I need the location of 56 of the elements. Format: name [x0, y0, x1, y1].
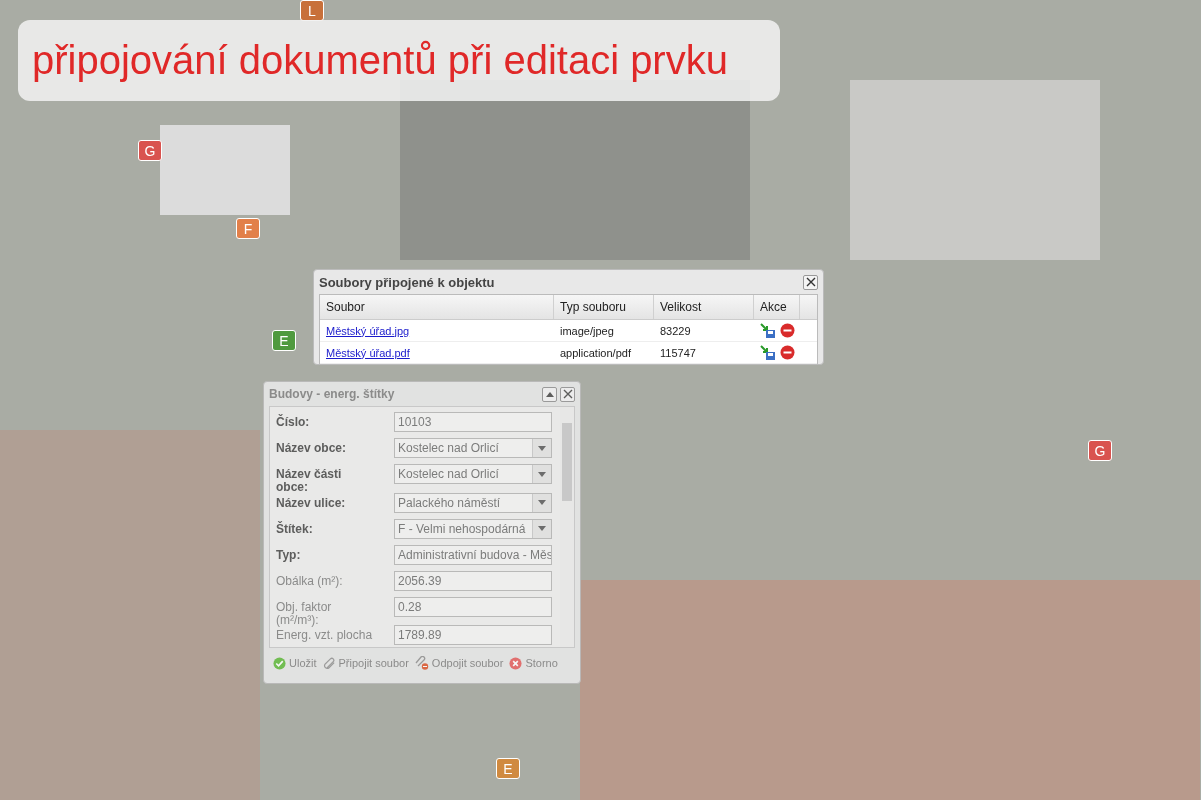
caret-up-icon: [545, 391, 554, 397]
input-field[interactable]: 2056.39: [394, 570, 552, 591]
download-disk-icon[interactable]: [760, 322, 776, 339]
table-cell: application/pdf: [560, 346, 631, 359]
field-label: Štítek:: [276, 520, 314, 536]
chevron-down-icon: [538, 526, 546, 531]
file-link[interactable]: Městský úřad.jpg: [326, 324, 410, 337]
panel-title: Budovy - energ. štítky: [269, 387, 396, 401]
map-marker[interactable]: G: [1088, 440, 1112, 461]
table-cell: image/jpeg: [560, 324, 614, 337]
field-label: Obj. faktor (m²/m³):: [276, 598, 333, 627]
chevron-down-icon: [538, 445, 546, 451]
map-marker[interactable]: F: [236, 218, 260, 239]
download-disk-icon[interactable]: [760, 344, 776, 361]
close-button[interactable]: [803, 274, 818, 290]
banner-title: připojování dokumentů při editaci prvku: [18, 20, 780, 101]
file-link[interactable]: Městský úřad.pdf: [326, 346, 410, 359]
close-button[interactable]: [560, 386, 575, 402]
attach-button[interactable]: Připojit soubor: [322, 656, 409, 670]
field-label: Číslo:: [276, 413, 311, 429]
field-label: Název části obce:: [276, 466, 343, 494]
chevron-down-icon: [538, 471, 546, 477]
column-header[interactable]: Velikost: [654, 295, 754, 319]
column-header[interactable]: Soubor: [320, 295, 554, 319]
dropdown-field[interactable]: Palackého náměstí: [394, 492, 552, 513]
field-label: Název ulice:: [276, 494, 347, 510]
input-field[interactable]: 1789.89: [394, 625, 552, 645]
map-marker[interactable]: E: [272, 330, 296, 351]
input-field[interactable]: 10103: [394, 412, 552, 432]
dialog-title: Soubory připojené k objektu: [319, 274, 496, 290]
map-marker[interactable]: L: [300, 0, 324, 21]
checkmark-icon: [273, 656, 286, 670]
input-field[interactable]: 0.28: [394, 596, 552, 617]
dropdown-field[interactable]: Kostelec nad Orlicí: [394, 464, 552, 484]
detach-button[interactable]: Odpojit soubor: [414, 656, 504, 670]
column-header[interactable]: Akce: [754, 295, 800, 319]
field-label: Energ. vzt. plocha: [276, 627, 374, 642]
field-label: Název obce:: [276, 440, 348, 455]
map-marker[interactable]: E: [496, 758, 520, 779]
column-header[interactable]: Typ souboru: [554, 295, 654, 319]
save-button[interactable]: Uložit: [273, 656, 317, 670]
remove-icon[interactable]: [780, 345, 795, 360]
dropdown-field[interactable]: Kostelec nad Orlicí: [394, 438, 552, 458]
chevron-down-icon: [538, 500, 546, 505]
cancel-icon: [509, 656, 523, 670]
field-label: Typ:: [276, 546, 302, 562]
field-label: Obálka (m²):: [276, 572, 344, 588]
cancel-button[interactable]: Storno: [509, 656, 558, 670]
paperclip-remove-icon: [414, 656, 429, 670]
map-marker[interactable]: G: [138, 140, 162, 161]
table-cell: 83229: [660, 324, 691, 337]
table-cell: 115747: [660, 346, 696, 359]
collapse-button[interactable]: [542, 386, 557, 402]
remove-icon[interactable]: [780, 323, 795, 338]
dropdown-field[interactable]: F - Velmi nehospodárná: [394, 518, 552, 539]
paperclip-icon: [322, 656, 336, 670]
